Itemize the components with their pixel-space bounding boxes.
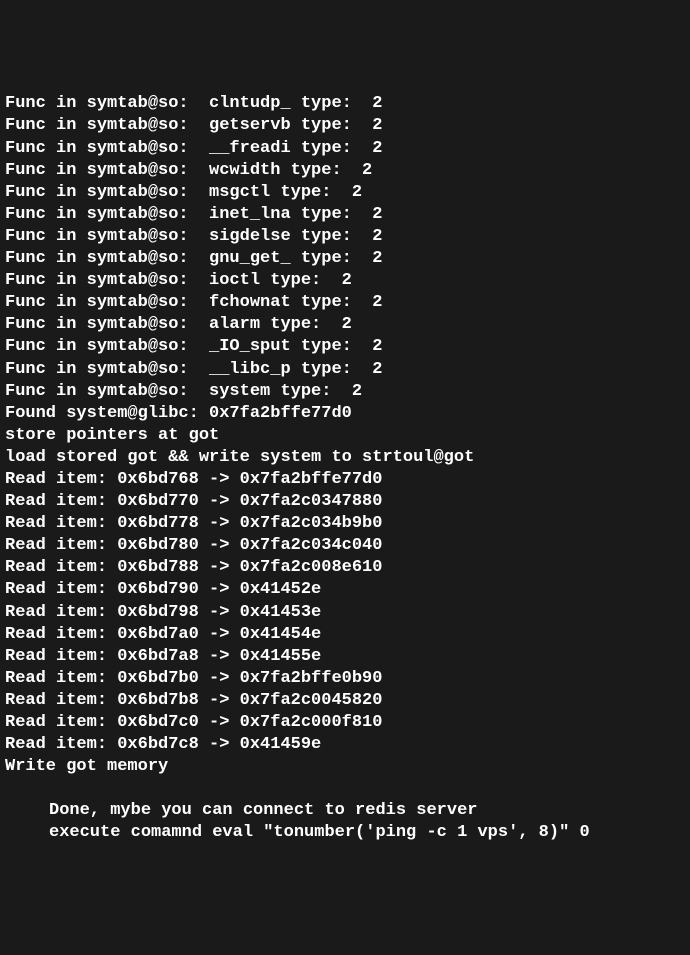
terminal-line: Read item: 0x6bd768 -> 0x7fa2bffe77d0: [5, 469, 685, 491]
terminal-line: Read item: 0x6bd778 -> 0x7fa2c034b9b0: [5, 513, 685, 535]
terminal-line: Func in symtab@so: inet_lna type: 2: [5, 204, 685, 226]
terminal-line: Func in symtab@so: _IO_sput type: 2: [5, 336, 685, 358]
terminal-line: Read item: 0x6bd7a0 -> 0x41454e: [5, 624, 685, 646]
terminal-line: Func in symtab@so: ioctl type: 2: [5, 270, 685, 292]
terminal-line: Func in symtab@so: __libc_p type: 2: [5, 359, 685, 381]
terminal-line: Read item: 0x6bd7b8 -> 0x7fa2c0045820: [5, 690, 685, 712]
terminal-line: Read item: 0x6bd798 -> 0x41453e: [5, 602, 685, 624]
terminal-line: Func in symtab@so: system type: 2: [5, 381, 685, 403]
terminal-line: Func in symtab@so: gnu_get_ type: 2: [5, 248, 685, 270]
terminal-line: Func in symtab@so: __freadi type: 2: [5, 138, 685, 160]
terminal-line: Func in symtab@so: msgctl type: 2: [5, 182, 685, 204]
terminal-line: Func in symtab@so: clntudp_ type: 2: [5, 93, 685, 115]
terminal-line: Found system@glibc: 0x7fa2bffe77d0: [5, 403, 685, 425]
terminal-line: Read item: 0x6bd7b0 -> 0x7fa2bffe0b90: [5, 668, 685, 690]
terminal-output: Func in symtab@so: clntudp_ type: 2Func …: [5, 93, 685, 844]
terminal-line: Read item: 0x6bd788 -> 0x7fa2c008e610: [5, 557, 685, 579]
terminal-line: load stored got && write system to strto…: [5, 447, 685, 469]
terminal-line: Read item: 0x6bd7a8 -> 0x41455e: [5, 646, 685, 668]
terminal-line: Read item: 0x6bd790 -> 0x41452e: [5, 579, 685, 601]
terminal-line: [5, 778, 685, 800]
terminal-line: execute comamnd eval "tonumber('ping -c …: [5, 822, 685, 844]
terminal-line: Func in symtab@so: getservb type: 2: [5, 115, 685, 137]
terminal-line: Func in symtab@so: alarm type: 2: [5, 314, 685, 336]
terminal-line: Func in symtab@so: fchownat type: 2: [5, 292, 685, 314]
terminal-line: Func in symtab@so: sigdelse type: 2: [5, 226, 685, 248]
terminal-line: Read item: 0x6bd7c8 -> 0x41459e: [5, 734, 685, 756]
terminal-line: Read item: 0x6bd780 -> 0x7fa2c034c040: [5, 535, 685, 557]
terminal-line: Write got memory: [5, 756, 685, 778]
terminal-line: Read item: 0x6bd7c0 -> 0x7fa2c000f810: [5, 712, 685, 734]
terminal-line: Done, mybe you can connect to redis serv…: [5, 800, 685, 822]
terminal-line: Read item: 0x6bd770 -> 0x7fa2c0347880: [5, 491, 685, 513]
terminal-line: store pointers at got: [5, 425, 685, 447]
terminal-line: Func in symtab@so: wcwidth type: 2: [5, 160, 685, 182]
